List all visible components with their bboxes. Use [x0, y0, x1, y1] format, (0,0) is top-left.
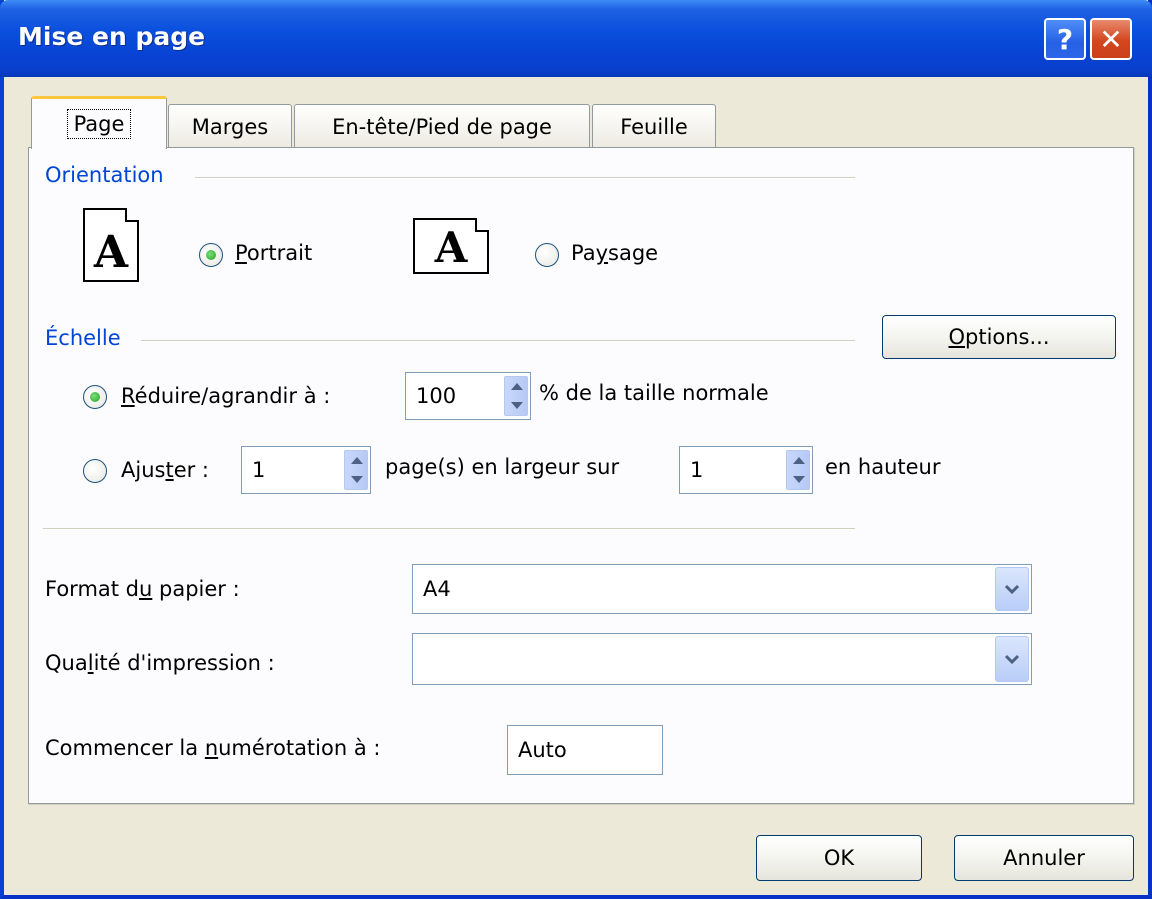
ajuster-label[interactable]: Ajuster : [121, 458, 209, 482]
hauteur-suffix-label: en hauteur [825, 455, 941, 479]
tab-entete-pied-label: En-tête/Pied de page [332, 114, 552, 139]
ok-button[interactable]: OK [756, 835, 922, 881]
dialog-title: Mise en page [18, 22, 206, 51]
echelle-group-label: Échelle [45, 326, 121, 350]
page-setup-dialog: Mise en page ? ✕ Page Marges En-tête/Pie… [0, 0, 1152, 899]
tab-entete-pied[interactable]: En-tête/Pied de page [294, 104, 590, 148]
largeur-pages-value: 1 [252, 458, 266, 482]
chevron-down-icon [1005, 584, 1019, 594]
cancel-button[interactable]: Annuler [954, 835, 1134, 881]
format-papier-label: Format du papier : [45, 577, 240, 601]
orientation-divider [195, 177, 855, 179]
format-papier-dropdown-button[interactable] [995, 567, 1029, 611]
reduire-radio[interactable] [83, 385, 107, 409]
title-bar[interactable]: Mise en page ? ✕ [0, 0, 1152, 77]
tab-marges-label: Marges [191, 114, 269, 139]
reduire-suffix-label: % de la taille normale [539, 381, 769, 405]
reduire-label[interactable]: Réduire/agrandir à : [121, 384, 330, 408]
tab-marges[interactable]: Marges [168, 104, 292, 148]
chevron-down-icon [1005, 654, 1019, 664]
tab-page[interactable]: Page [31, 96, 167, 149]
qualite-impression-select[interactable] [412, 633, 1032, 685]
reduire-spinner[interactable] [504, 376, 528, 416]
qualite-impression-label: Qualité d'impression : [45, 651, 275, 675]
paysage-radio[interactable] [535, 243, 559, 267]
scale-bottom-divider [43, 528, 855, 530]
reduire-percent-value: 100 [416, 384, 457, 408]
close-button[interactable]: ✕ [1090, 18, 1132, 60]
hauteur-spinner[interactable] [786, 450, 810, 490]
format-papier-value: A4 [423, 577, 451, 601]
format-papier-select[interactable]: A4 [412, 564, 1032, 614]
landscape-page-icon: A [413, 218, 489, 274]
close-icon: ✕ [1099, 22, 1123, 56]
orientation-group-label: Orientation [45, 163, 164, 187]
largeur-spinner[interactable] [344, 450, 368, 490]
reduire-percent-input[interactable]: 100 [405, 372, 531, 420]
tab-feuille-label: Feuille [620, 114, 688, 139]
help-button[interactable]: ? [1044, 18, 1086, 60]
hauteur-pages-input[interactable]: 1 [679, 446, 813, 494]
help-icon: ? [1056, 22, 1074, 56]
echelle-divider [141, 340, 855, 342]
cancel-label: Annuler [1003, 846, 1085, 870]
portrait-radio[interactable] [199, 243, 223, 267]
portrait-label[interactable]: Portrait [235, 241, 312, 265]
tab-page-label: Page [66, 109, 132, 139]
paysage-label[interactable]: Paysage [571, 241, 658, 265]
options-button[interactable]: Options... [882, 315, 1116, 359]
numerotation-value: Auto [518, 738, 567, 762]
ok-label: OK [823, 846, 855, 870]
hauteur-pages-value: 1 [690, 458, 704, 482]
portrait-page-icon: A [83, 208, 139, 282]
largeur-pages-input[interactable]: 1 [241, 446, 371, 494]
tab-feuille[interactable]: Feuille [592, 104, 716, 148]
largeur-suffix-label: page(s) en largeur sur [385, 455, 620, 479]
tab-panel-page: Orientation A Portrait A Paysage Échelle… [28, 147, 1134, 804]
ajuster-radio[interactable] [83, 459, 107, 483]
numerotation-input[interactable]: Auto [507, 725, 663, 775]
numerotation-label: Commencer la numérotation à : [45, 736, 381, 760]
qualite-impression-dropdown-button[interactable] [995, 636, 1029, 682]
